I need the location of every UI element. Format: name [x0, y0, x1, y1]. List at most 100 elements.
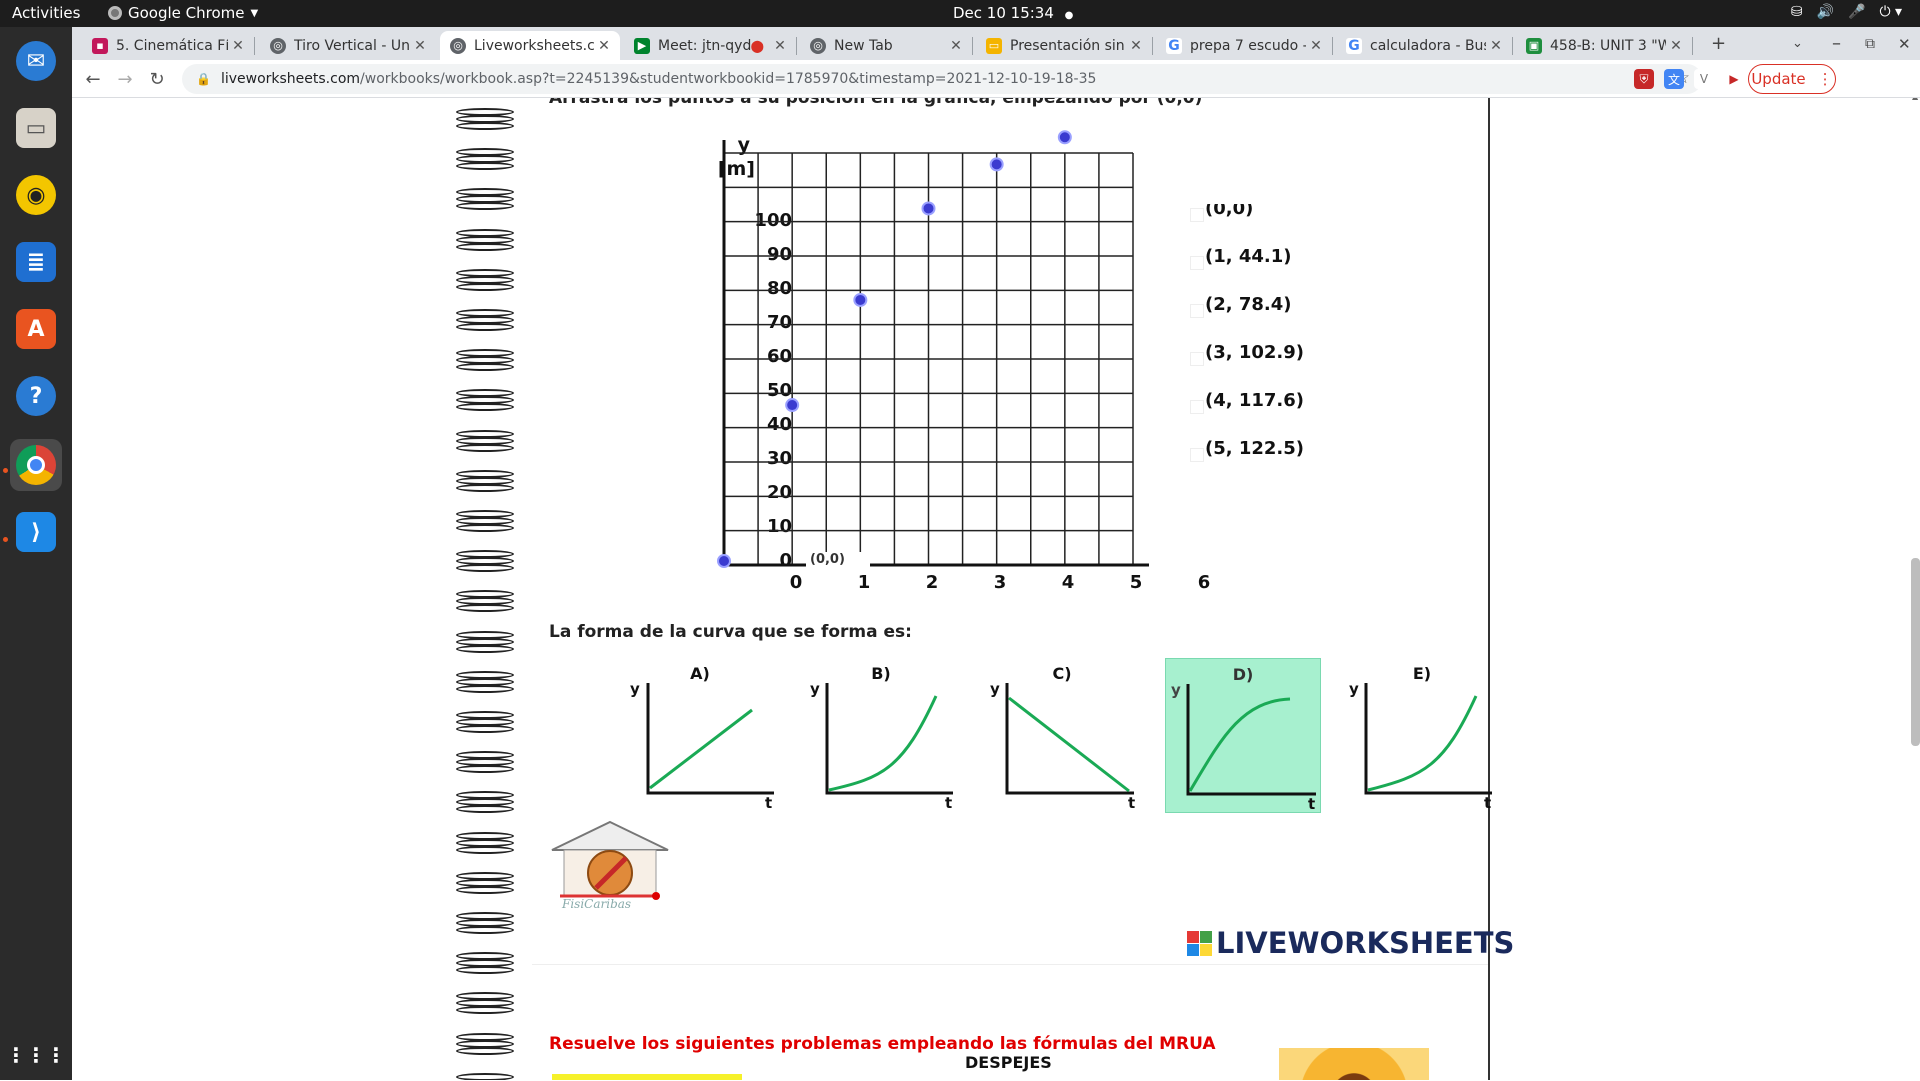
axis-t-label: t [1128, 794, 1136, 812]
close-tab-icon[interactable]: ✕ [1666, 38, 1686, 54]
tab-tiro-vertical[interactable]: ◎ Tiro Vertical - Uni ✕ [260, 31, 436, 60]
tab-liveworksheets[interactable]: ◎ Liveworksheets.c ✕ [440, 31, 620, 60]
tab-cinematica[interactable]: ▪ 5. Cinemática Fís ✕ [82, 31, 255, 60]
draggable-point[interactable] [921, 201, 936, 216]
dock-thunderbird[interactable]: ✉ [10, 35, 62, 87]
dock-writer[interactable]: ≣ [10, 236, 62, 288]
liveworksheets-logo[interactable]: LIVEWORKSHEETS [1187, 926, 1514, 960]
dock-app-grid[interactable]: ⋮⋮⋮ [6, 1029, 66, 1081]
close-tab-icon[interactable]: ✕ [1486, 38, 1506, 54]
option-e[interactable]: E) y t [1344, 658, 1500, 813]
url-host: liveworksheets.com [220, 71, 361, 87]
address-bar[interactable]: 🔒 liveworksheets.com/workbooks/workbook.… [182, 64, 1702, 94]
section-divider [532, 964, 1488, 965]
close-tab-icon[interactable]: ✕ [946, 38, 966, 54]
tab-title: prepa 7 escudo - [1190, 37, 1306, 54]
reload-icon[interactable]: ↻ [144, 66, 170, 92]
dock-files[interactable]: ▭ [10, 102, 62, 154]
app-menu[interactable]: Google Chrome ▼ [108, 4, 258, 22]
close-tab-icon[interactable]: ✕ [1126, 38, 1146, 54]
draggable-point[interactable] [785, 398, 800, 413]
spiral-ring [452, 992, 522, 1018]
draggable-point[interactable] [989, 157, 1004, 172]
minimize-icon[interactable]: – [1832, 33, 1841, 54]
dock-software[interactable]: A [10, 303, 62, 355]
spiral-ring [452, 711, 522, 737]
fisicaribas-logo: FisiCaribas [551, 820, 669, 908]
option-a[interactable]: A) y t [622, 658, 778, 813]
tab-title: Liveworksheets.c [474, 37, 594, 54]
tab-prepa-7[interactable]: G prepa 7 escudo - ✕ [1156, 31, 1333, 60]
tab-new-tab[interactable]: ◎ New Tab ✕ [800, 31, 973, 60]
restore-icon[interactable]: ⧉ [1865, 36, 1875, 52]
drag-target-box[interactable] [1190, 448, 1204, 462]
clock[interactable]: Dec 10 15:34 ● [953, 4, 1073, 22]
drag-target-box[interactable] [1190, 352, 1204, 366]
close-window-icon[interactable]: ✕ [1898, 35, 1911, 53]
back-icon[interactable]: ← [80, 66, 106, 92]
forward-icon[interactable]: → [112, 66, 138, 92]
tab-title: New Tab [834, 37, 893, 54]
dock-chrome[interactable] [10, 439, 62, 491]
translate-icon[interactable]: 文 [1664, 69, 1684, 89]
draggable-point[interactable] [717, 554, 731, 568]
close-tab-icon[interactable]: ✕ [770, 38, 790, 54]
extension-shield-icon[interactable]: ⛨ [1634, 69, 1654, 89]
update-button[interactable]: Update ⋮ [1748, 64, 1836, 94]
option-c[interactable]: C) y t [984, 658, 1140, 813]
more-menu-icon: ⋮ [1817, 70, 1833, 88]
update-label: Update [1751, 70, 1806, 88]
tab-search-icon[interactable]: ⌄ [1792, 36, 1803, 51]
tab-meet[interactable]: ▶ Meet: jtn-qyd ⬤ ✕ [624, 31, 797, 60]
drag-target-box[interactable] [1190, 256, 1204, 270]
mrua-heading: Resuelve los siguientes problemas emplea… [549, 1034, 1216, 1054]
tab-separator [1512, 37, 1513, 55]
activities-button[interactable]: Activities [12, 4, 80, 22]
close-tab-icon[interactable]: ✕ [228, 38, 248, 54]
app-grid-icon: ⋮⋮⋮ [6, 1043, 66, 1067]
dock-vscode[interactable]: ⟩ [10, 506, 62, 558]
option-d-selected[interactable]: D) y t [1165, 658, 1321, 813]
dock-rhythmbox[interactable]: ◉ [10, 169, 62, 221]
caret-down-icon: ▼ [250, 7, 259, 19]
spiral-ring [452, 1032, 522, 1059]
tab-title: 458-B: UNIT 3 "W [1550, 37, 1666, 54]
system-top-bar: Activities Google Chrome ▼ Dec 10 15:34 … [0, 0, 1920, 27]
curve-e-thumbnail [1364, 683, 1492, 795]
drag-target-box[interactable] [1190, 304, 1204, 318]
liveworksheets-mark-icon [1187, 930, 1212, 956]
dock-help[interactable]: ? [10, 370, 62, 422]
tab-presentacion[interactable]: ▭ Presentación sin ✕ [976, 31, 1153, 60]
scroll-up-icon[interactable]: ▲ [1912, 98, 1918, 101]
running-indicator [3, 537, 8, 542]
microphone-icon: 🎤 [1848, 4, 1866, 20]
tab-calculadora[interactable]: G calculadora - Bus ✕ [1336, 31, 1513, 60]
close-tab-icon[interactable]: ✕ [410, 38, 430, 54]
browser-toolbar: ← → ↻ 🔒 liveworksheets.com/workbooks/wor… [72, 60, 1920, 98]
favicon-icon: ▪ [92, 37, 108, 54]
curve-d-thumbnail [1186, 684, 1316, 796]
system-tray[interactable]: ⛁ 🔊 🎤 ⏻ ▾ [1791, 4, 1902, 20]
close-tab-icon[interactable]: ✕ [1306, 38, 1326, 54]
scrollbar-thumb[interactable] [1911, 558, 1920, 746]
app-menu-label: Google Chrome [128, 4, 245, 22]
tab-title: calculadora - Bus [1370, 37, 1486, 54]
writer-icon: ≣ [16, 242, 56, 282]
draggable-point[interactable] [1057, 130, 1072, 145]
tab-strip: ▪ 5. Cinemática Fís ✕ ◎ Tiro Vertical - … [72, 27, 1920, 60]
draggable-point[interactable] [853, 292, 868, 307]
option-b[interactable]: B) y t [803, 658, 959, 813]
spiral-ring [452, 670, 522, 697]
favicon-icon: ◎ [450, 37, 466, 54]
drag-target-box[interactable] [1190, 400, 1204, 414]
drag-target-box[interactable] [1190, 208, 1204, 222]
vertical-scrollbar[interactable]: ▲ [1908, 98, 1920, 1080]
screencast-icon[interactable]: ▶ [1724, 69, 1744, 89]
vuetify-icon[interactable]: V [1694, 69, 1714, 89]
tab-unit-3[interactable]: ▣ 458-B: UNIT 3 "W ✕ [1516, 31, 1693, 60]
tab-title: Meet: jtn-qyd [658, 37, 751, 54]
axis-y-label: y [1349, 680, 1359, 698]
tab-separator [1152, 37, 1153, 55]
new-tab-icon[interactable]: + [1711, 33, 1726, 54]
close-tab-icon[interactable]: ✕ [594, 38, 614, 54]
